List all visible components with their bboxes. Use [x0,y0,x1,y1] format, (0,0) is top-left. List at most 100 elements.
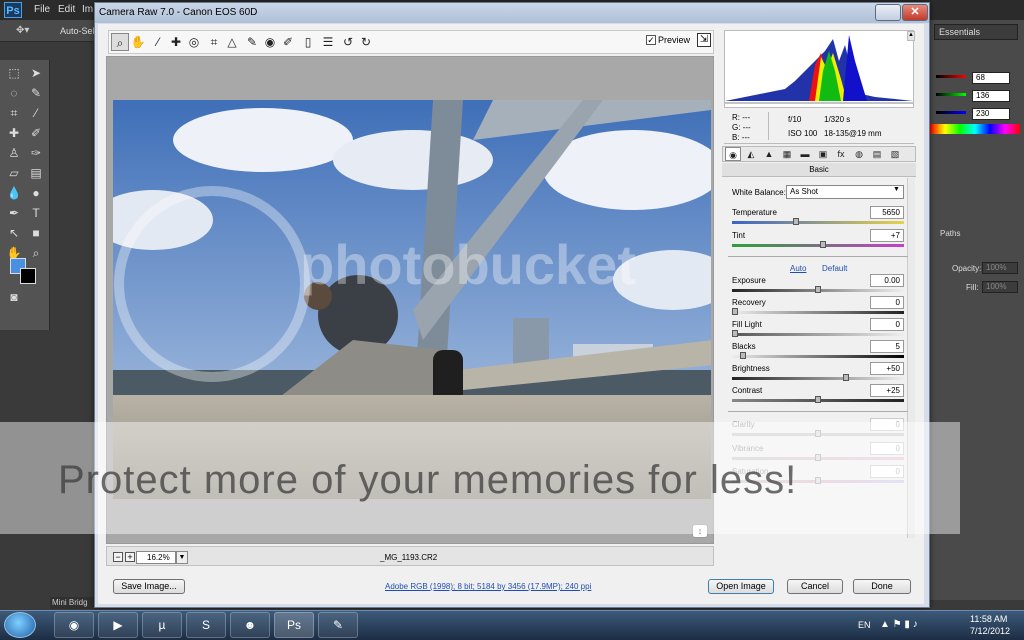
zoom-tool-icon[interactable]: ⌕ [111,33,129,51]
adjustment-brush-icon[interactable]: ✐ [279,33,297,51]
blue-value[interactable]: 230 [972,108,1010,120]
effects-tab-icon[interactable]: fx [833,147,849,161]
blacks-slider-thumb[interactable] [740,352,747,359]
temperature-slider-thumb[interactable] [793,218,800,225]
exposure-slider-thumb[interactable] [815,286,821,293]
targeted-adjustment-icon[interactable]: ◎ [185,33,203,51]
exposure-value[interactable]: 0.00 [870,274,904,287]
brush-tool-icon[interactable]: ✐ [28,126,44,140]
fill-light-slider-thumb[interactable] [732,330,738,337]
white-balance-tool-icon[interactable]: ⁄ [149,33,167,51]
spot-removal-icon[interactable]: ✎ [243,33,261,51]
zoom-dropdown-icon[interactable]: ▼ [176,551,188,564]
pen-tool-icon[interactable]: ✒ [6,206,22,220]
fill-light-value[interactable]: 0 [870,318,904,331]
messenger-icon[interactable]: ☻ [230,612,270,638]
hsl-tab-icon[interactable]: ▦ [779,147,795,161]
rotate-left-icon[interactable]: ↺ [339,33,357,51]
open-image-button[interactable]: Open Image [708,579,774,594]
graduated-filter-icon[interactable]: ▯ [299,33,317,51]
fill-light-slider[interactable] [732,333,904,336]
auto-link[interactable]: Auto [790,264,806,273]
clock-date[interactable]: 7/12/2012 [970,626,1010,636]
menu-file[interactable]: File [34,4,50,15]
presets-tab-icon[interactable]: ▤ [869,147,885,161]
contrast-value[interactable]: +25 [870,384,904,397]
chrome-icon[interactable]: ◉ [54,612,94,638]
color-sampler-icon[interactable]: ✚ [167,33,185,51]
quick-mask-icon[interactable]: ◙ [6,290,22,304]
healing-brush-icon[interactable]: ✚ [6,126,22,140]
photoshop-taskbar-icon[interactable]: Ps [274,612,314,638]
close-button[interactable]: ✕ [902,4,928,21]
temperature-value[interactable]: 5650 [870,206,904,219]
recovery-value[interactable]: 0 [870,296,904,309]
brightness-value[interactable]: +50 [870,362,904,375]
save-image-button[interactable]: Save Image... [113,579,185,594]
blacks-value[interactable]: 5 [870,340,904,353]
zoom-in-button[interactable]: + [125,552,135,562]
move-tool-icon[interactable]: ➤ [28,66,44,80]
menu-image[interactable]: Im [82,4,93,15]
fullscreen-icon[interactable]: ⇲ [697,33,711,47]
histogram-clip-icon[interactable]: ▲ [907,31,915,41]
zoom-out-button[interactable]: − [113,552,123,562]
temperature-slider[interactable] [732,221,904,224]
default-link[interactable]: Default [822,264,847,273]
background-color-swatch[interactable] [20,268,36,284]
gradient-tool-icon[interactable]: ▤ [28,166,44,180]
workspace-switcher[interactable]: Essentials [934,24,1018,40]
blacks-slider[interactable] [732,355,904,358]
skype-icon[interactable]: S [186,612,226,638]
tint-slider-thumb[interactable] [819,241,826,248]
marquee-tool-icon[interactable]: ⬚ [6,66,22,80]
recovery-slider[interactable] [732,311,904,314]
type-tool-icon[interactable]: T [28,206,44,220]
workflow-options-link[interactable]: Adobe RGB (1998); 8 bit; 5184 by 3456 (1… [385,582,591,591]
detail-tab-icon[interactable]: ▲ [761,147,777,161]
paint-icon[interactable]: ✎ [318,612,358,638]
green-slider[interactable] [936,93,966,96]
crop-tool-icon[interactable]: ⌗ [6,106,22,120]
hand-tool-icon[interactable]: ✋ [129,33,147,51]
red-slider[interactable] [936,75,966,78]
dodge-tool-icon[interactable]: ● [28,186,44,200]
path-select-icon[interactable]: ↖ [6,226,22,240]
brightness-slider[interactable] [732,377,904,380]
utorrent-icon[interactable]: µ [142,612,182,638]
menu-edit[interactable]: Edit [58,4,75,15]
fill-field[interactable]: 100% [982,281,1018,293]
start-button[interactable] [4,612,36,638]
split-toning-tab-icon[interactable]: ▬ [797,147,813,161]
blur-tool-icon[interactable]: 💧 [6,186,22,200]
contrast-slider-thumb[interactable] [815,396,821,403]
crop-tool-icon[interactable]: ⌗ [205,33,223,51]
tone-curve-tab-icon[interactable]: ◭ [743,147,759,161]
opacity-field[interactable]: 100% [982,262,1018,274]
red-value[interactable]: 68 [972,72,1010,84]
eyedropper-tool-icon[interactable]: ⁄ [28,106,44,120]
mini-bridge-tab[interactable]: Mini Bridg [52,598,98,610]
camera-calibration-tab-icon[interactable]: ◍ [851,147,867,161]
language-indicator[interactable]: EN [858,620,871,630]
preview-checkbox[interactable]: ✓ [646,35,656,45]
lasso-tool-icon[interactable]: ◌ [6,86,22,100]
done-button[interactable]: Done [853,579,911,594]
minimize-button[interactable] [875,4,901,21]
chevron-down-icon[interactable]: ▼ [893,186,900,193]
recovery-slider-thumb[interactable] [732,308,738,315]
history-brush-icon[interactable]: ✑ [28,146,44,160]
blue-slider[interactable] [936,111,966,114]
white-balance-select[interactable]: As Shot [786,185,904,199]
zoom-tool-icon[interactable]: ⌕ [28,246,44,260]
zoom-level-field[interactable]: 16.2% [136,551,176,564]
tray-icons[interactable]: ▲ ⚑ ▮ ♪ [880,619,918,630]
tint-value[interactable]: +7 [870,229,904,242]
quick-select-icon[interactable]: ✎ [28,86,44,100]
brightness-slider-thumb[interactable] [843,374,850,381]
straighten-tool-icon[interactable]: △ [223,33,241,51]
clock-time[interactable]: 11:58 AM [970,614,1007,624]
tint-slider[interactable] [732,244,904,247]
shape-tool-icon[interactable]: ■ [28,226,44,240]
lens-corrections-tab-icon[interactable]: ▣ [815,147,831,161]
